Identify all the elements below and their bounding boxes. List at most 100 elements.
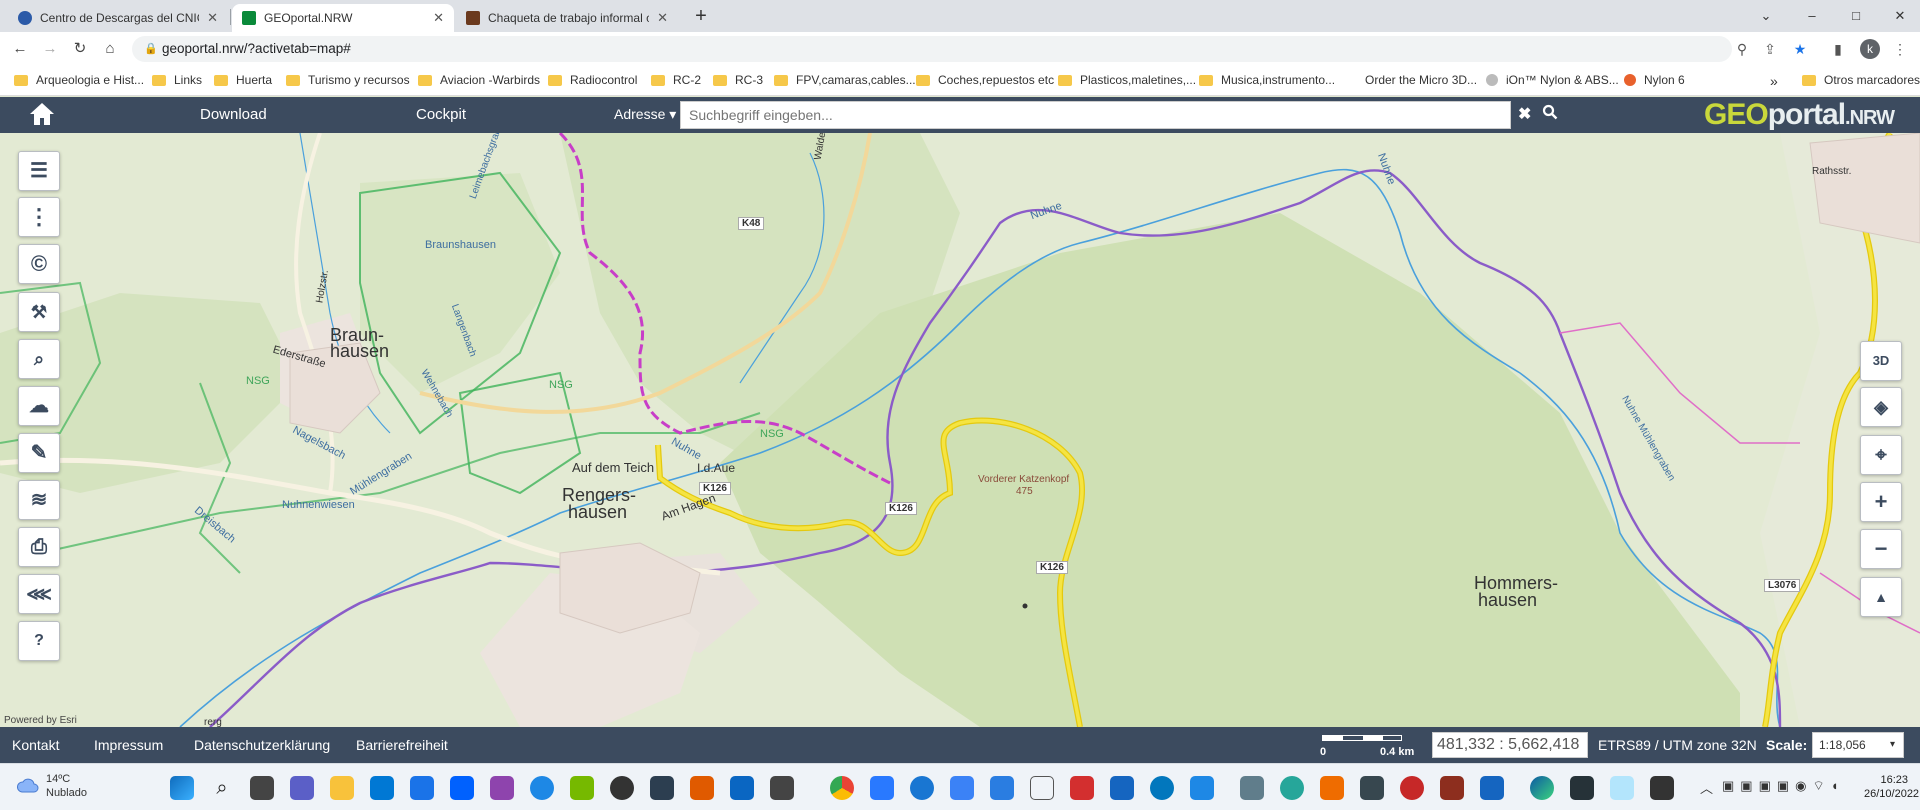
- cloud-download-icon[interactable]: ☁: [18, 386, 60, 426]
- close-tab-icon[interactable]: ✕: [433, 10, 444, 26]
- bookmark-folder[interactable]: Huerta: [214, 73, 272, 87]
- help-app-icon[interactable]: [530, 776, 554, 800]
- app-icon[interactable]: [1650, 776, 1674, 800]
- search-icon[interactable]: ⌕: [210, 776, 234, 800]
- app-icon[interactable]: [1610, 776, 1634, 800]
- app-icon[interactable]: [1030, 776, 1054, 800]
- nav-download[interactable]: Download: [200, 106, 267, 123]
- bookmark-link[interactable]: iOn™ Nylon & ABS...: [1486, 73, 1619, 87]
- side-panel-icon[interactable]: ▮: [1828, 39, 1848, 59]
- acrobat-icon[interactable]: [1070, 776, 1094, 800]
- scale-select[interactable]: 1:18,056 ▾: [1812, 732, 1904, 758]
- tab-geoportal[interactable]: GEOportal.NRW ✕: [232, 4, 454, 32]
- minimize-button[interactable]: –: [1792, 4, 1832, 28]
- map-canvas[interactable]: Braunshausen Braun- hausen Ederstraße Ho…: [0, 133, 1920, 727]
- tray-overflow-icon[interactable]: ︿: [1700, 778, 1713, 797]
- tab-cnig[interactable]: Centro de Descargas del CNIG (I ✕: [8, 4, 228, 32]
- reload-icon[interactable]: ↻: [70, 39, 90, 59]
- locate-icon[interactable]: ⌖: [1860, 435, 1902, 475]
- bookmark-folder[interactable]: Musica,instrumento...: [1199, 73, 1335, 87]
- bookmark-folder[interactable]: Plasticos,maletines,...: [1058, 73, 1196, 87]
- browser-menu-icon[interactable]: ⋮: [1890, 39, 1910, 59]
- footer-link-datenschutz[interactable]: Datenschutzerklärung: [194, 737, 330, 753]
- zoom-in-icon[interactable]: +: [1860, 482, 1902, 522]
- notes-icon[interactable]: [990, 776, 1014, 800]
- bookmark-folder[interactable]: RC-2: [651, 73, 701, 87]
- bookmark-folder[interactable]: Links: [152, 73, 202, 87]
- media-icon[interactable]: [690, 776, 714, 800]
- mail-icon[interactable]: [410, 776, 434, 800]
- more-menu-icon[interactable]: ⋮: [18, 197, 60, 237]
- zoom-out-icon[interactable]: −: [1860, 529, 1902, 569]
- windows-start-icon[interactable]: [170, 776, 194, 800]
- legend-list-icon[interactable]: ☰: [18, 151, 60, 191]
- bookmark-folder[interactable]: FPV,camaras,cables...: [774, 73, 916, 87]
- layers-icon[interactable]: ◈: [1860, 387, 1902, 427]
- bookmark-folder[interactable]: RC-3: [713, 73, 763, 87]
- back-arrow-icon[interactable]: ←: [10, 39, 30, 59]
- maximize-button[interactable]: □: [1836, 4, 1876, 28]
- help-icon[interactable]: ?: [18, 621, 60, 661]
- app-icon[interactable]: [730, 776, 754, 800]
- clear-search-icon[interactable]: ✖: [1518, 104, 1531, 124]
- bookmark-folder[interactable]: Radiocontrol: [548, 73, 637, 87]
- footer-link-kontakt[interactable]: Kontakt: [12, 737, 59, 753]
- close-tab-icon[interactable]: ✕: [657, 10, 668, 26]
- app-icon[interactable]: [1150, 776, 1174, 800]
- weather-widget[interactable]: 14ºC Nublado: [46, 772, 87, 800]
- bookmark-folder[interactable]: Aviacion -Warbirds: [418, 73, 540, 87]
- bookmark-folder[interactable]: Coches,repuestos etc: [916, 73, 1054, 87]
- footer-link-barrierefreiheit[interactable]: Barrierefreiheit: [356, 737, 448, 753]
- bookmark-star-icon[interactable]: ★: [1790, 39, 1810, 59]
- footer-link-impressum[interactable]: Impressum: [94, 737, 163, 753]
- app-grid-icon[interactable]: [650, 776, 674, 800]
- app-icon[interactable]: [1400, 776, 1424, 800]
- chrome-icon[interactable]: [830, 776, 854, 800]
- location-pin-icon[interactable]: ⚲: [1732, 39, 1752, 59]
- edge-icon[interactable]: [1530, 776, 1554, 800]
- bookmark-folder[interactable]: Turismo y recursos: [286, 73, 410, 87]
- taskbar-clock[interactable]: 16:23 26/10/2022: [1864, 773, 1919, 801]
- print-icon[interactable]: ⎙: [18, 527, 60, 567]
- app-icon[interactable]: [910, 776, 934, 800]
- app-icon[interactable]: [950, 776, 974, 800]
- app-icon[interactable]: [490, 776, 514, 800]
- b-app-icon[interactable]: [610, 776, 634, 800]
- app-icon[interactable]: [1570, 776, 1594, 800]
- search-input[interactable]: [680, 101, 1511, 129]
- bookmark-folder[interactable]: Arqueologia e Hist...: [14, 73, 144, 87]
- app-icon[interactable]: [1110, 776, 1134, 800]
- app-icon[interactable]: [1480, 776, 1504, 800]
- task-view-icon[interactable]: [250, 776, 274, 800]
- tab-chaqueta[interactable]: Chaqueta de trabajo informal cá ✕: [456, 4, 678, 32]
- adresse-dropdown[interactable]: Adresse ▾: [614, 106, 676, 123]
- crs-label[interactable]: ETRS89 / UTM zone 32N: [1598, 737, 1757, 753]
- dropbox-icon[interactable]: [450, 776, 474, 800]
- app-icon[interactable]: [1240, 776, 1264, 800]
- more-bookmarks-button[interactable]: »: [1770, 73, 1778, 89]
- close-window-button[interactable]: ✕: [1880, 4, 1920, 28]
- draw-pencil-icon[interactable]: ✎: [18, 433, 60, 473]
- share-icon[interactable]: ⋘: [18, 574, 60, 614]
- forward-arrow-icon[interactable]: →: [40, 39, 60, 59]
- store-icon[interactable]: [370, 776, 394, 800]
- nvidia-icon[interactable]: [570, 776, 594, 800]
- bookmark-link[interactable]: Nylon 6: [1624, 73, 1685, 87]
- layer-settings-icon[interactable]: ≋: [18, 480, 60, 520]
- music-icon[interactable]: [870, 776, 894, 800]
- search-document-icon[interactable]: ⌕: [18, 339, 60, 379]
- url-field[interactable]: 🔒 geoportal.nrw/?activetab=map#: [132, 36, 1732, 62]
- app-icon[interactable]: [1440, 776, 1464, 800]
- app-icon[interactable]: [1360, 776, 1384, 800]
- 3d-view-icon[interactable]: 3D: [1860, 341, 1902, 381]
- new-tab-button[interactable]: +: [681, 4, 721, 28]
- bookmark-link[interactable]: Order the Micro 3D...: [1365, 73, 1477, 87]
- search-icon[interactable]: [1542, 104, 1558, 123]
- system-tray-icons[interactable]: ▣▣▣▣◉⌔◖: [1722, 778, 1842, 796]
- home-icon[interactable]: ⌂: [100, 39, 120, 59]
- nav-cockpit[interactable]: Cockpit: [416, 106, 466, 123]
- app-icon[interactable]: [1280, 776, 1304, 800]
- share-page-icon[interactable]: ⇪: [1760, 39, 1780, 59]
- app-icon[interactable]: [770, 776, 794, 800]
- other-bookmarks-folder[interactable]: Otros marcadores: [1802, 73, 1920, 87]
